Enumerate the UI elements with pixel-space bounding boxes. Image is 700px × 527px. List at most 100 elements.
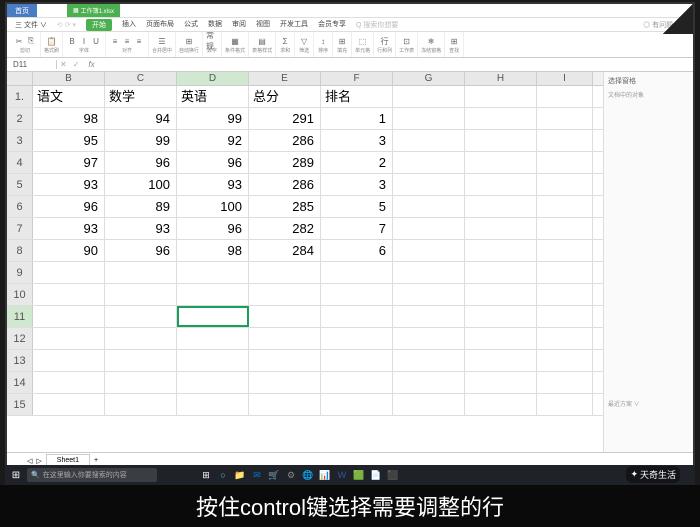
cell-C10[interactable]: [105, 284, 177, 305]
tool-btn-0-1[interactable]: ⎘: [25, 35, 37, 47]
cell-E3[interactable]: 286: [249, 130, 321, 151]
taskbar-icon-1[interactable]: ○: [216, 468, 230, 482]
cell-C15[interactable]: [105, 394, 177, 415]
cell-G5[interactable]: [393, 174, 465, 195]
cell-I6[interactable]: [537, 196, 593, 217]
cell-H2[interactable]: [465, 108, 537, 129]
cell-B1[interactable]: 语文: [33, 86, 105, 107]
tool-btn-3-2[interactable]: ≡: [133, 35, 145, 47]
cell-D14[interactable]: [177, 372, 249, 393]
cell-I12[interactable]: [537, 328, 593, 349]
taskbar-search[interactable]: 🔍 在这里输入你要搜索的内容: [27, 468, 157, 482]
cell-E2[interactable]: 291: [249, 108, 321, 129]
taskbar-icon-5[interactable]: ⚙: [284, 468, 298, 482]
tool-btn-0-0[interactable]: ✂: [13, 35, 25, 47]
tool-btn-14-0[interactable]: 行: [379, 35, 391, 47]
cell-G15[interactable]: [393, 394, 465, 415]
cell-B12[interactable]: [33, 328, 105, 349]
col-header-F[interactable]: F: [321, 72, 393, 85]
cell-I14[interactable]: [537, 372, 593, 393]
start-button[interactable]: ⊞: [7, 467, 25, 483]
col-header-G[interactable]: G: [393, 72, 465, 85]
cell-E10[interactable]: [249, 284, 321, 305]
row-header-3[interactable]: 3: [7, 130, 33, 151]
cell-B10[interactable]: [33, 284, 105, 305]
tool-btn-1-0[interactable]: 📋: [46, 35, 58, 47]
cell-F10[interactable]: [321, 284, 393, 305]
cell-H9[interactable]: [465, 262, 537, 283]
cell-D9[interactable]: [177, 262, 249, 283]
cell-G3[interactable]: [393, 130, 465, 151]
cell-C3[interactable]: 99: [105, 130, 177, 151]
cell-B4[interactable]: 97: [33, 152, 105, 173]
cell-F4[interactable]: 2: [321, 152, 393, 173]
cell-G13[interactable]: [393, 350, 465, 371]
cell-E4[interactable]: 289: [249, 152, 321, 173]
tool-btn-3-1[interactable]: ≡: [121, 35, 133, 47]
cell-G2[interactable]: [393, 108, 465, 129]
taskbar-icon-3[interactable]: ✉: [250, 468, 264, 482]
cell-H6[interactable]: [465, 196, 537, 217]
cell-B11[interactable]: [33, 306, 105, 327]
confirm-icon[interactable]: ✓: [70, 60, 83, 69]
add-sheet-button[interactable]: +: [94, 457, 98, 464]
cell-C2[interactable]: 94: [105, 108, 177, 129]
cell-I8[interactable]: [537, 240, 593, 261]
cell-D7[interactable]: 96: [177, 218, 249, 239]
tool-btn-7-0[interactable]: ▦: [229, 35, 241, 47]
tool-btn-2-2[interactable]: U: [90, 35, 102, 47]
row-header-9[interactable]: 9: [7, 262, 33, 283]
cell-C4[interactable]: 96: [105, 152, 177, 173]
cell-G6[interactable]: [393, 196, 465, 217]
cell-F2[interactable]: 1: [321, 108, 393, 129]
ribbon-tab-7[interactable]: 开发工具: [280, 19, 308, 31]
document-tab[interactable]: ▦ 工作簿1.xlsx: [67, 4, 120, 17]
cell-H10[interactable]: [465, 284, 537, 305]
cell-I11[interactable]: [537, 306, 593, 327]
sheet-nav-next-icon[interactable]: ▷: [36, 457, 41, 465]
row-header-8[interactable]: 8: [7, 240, 33, 261]
cell-F8[interactable]: 6: [321, 240, 393, 261]
cell-F7[interactable]: 7: [321, 218, 393, 239]
tool-btn-4-0[interactable]: ☰: [156, 35, 168, 47]
cell-H3[interactable]: [465, 130, 537, 151]
cell-B2[interactable]: 98: [33, 108, 105, 129]
taskbar-icon-9[interactable]: 🟩: [352, 468, 366, 482]
cell-G1[interactable]: [393, 86, 465, 107]
tool-btn-3-0[interactable]: ≡: [109, 35, 121, 47]
taskbar-icon-11[interactable]: ⬛: [386, 468, 400, 482]
cell-H1[interactable]: [465, 86, 537, 107]
tool-btn-8-0[interactable]: ▤: [256, 35, 268, 47]
col-header-D[interactable]: D: [177, 72, 249, 85]
cell-I5[interactable]: [537, 174, 593, 195]
cell-D6[interactable]: 100: [177, 196, 249, 217]
cell-I2[interactable]: [537, 108, 593, 129]
cell-E7[interactable]: 282: [249, 218, 321, 239]
row-header-11[interactable]: 11: [7, 306, 33, 327]
taskbar-icon-7[interactable]: 📊: [318, 468, 332, 482]
col-header-E[interactable]: E: [249, 72, 321, 85]
ribbon-tab-6[interactable]: 视图: [256, 19, 270, 31]
cell-H12[interactable]: [465, 328, 537, 349]
cell-G14[interactable]: [393, 372, 465, 393]
cell-F13[interactable]: [321, 350, 393, 371]
cell-E14[interactable]: [249, 372, 321, 393]
cell-B13[interactable]: [33, 350, 105, 371]
cell-I3[interactable]: [537, 130, 593, 151]
cell-H4[interactable]: [465, 152, 537, 173]
cell-C14[interactable]: [105, 372, 177, 393]
cell-H15[interactable]: [465, 394, 537, 415]
sheet-nav-prev-icon[interactable]: ◁: [27, 457, 32, 465]
cell-B15[interactable]: [33, 394, 105, 415]
cell-F6[interactable]: 5: [321, 196, 393, 217]
cell-D2[interactable]: 99: [177, 108, 249, 129]
tool-btn-2-1[interactable]: I: [78, 35, 90, 47]
tool-btn-10-0[interactable]: ▽: [298, 35, 310, 47]
tool-btn-15-0[interactable]: ⊡: [401, 35, 413, 47]
cell-C1[interactable]: 数学: [105, 86, 177, 107]
row-header-14[interactable]: 14: [7, 372, 33, 393]
cell-F5[interactable]: 3: [321, 174, 393, 195]
cell-F15[interactable]: [321, 394, 393, 415]
tool-btn-5-0[interactable]: ⊞: [183, 35, 195, 47]
app-home-tab[interactable]: 首页: [7, 4, 37, 17]
